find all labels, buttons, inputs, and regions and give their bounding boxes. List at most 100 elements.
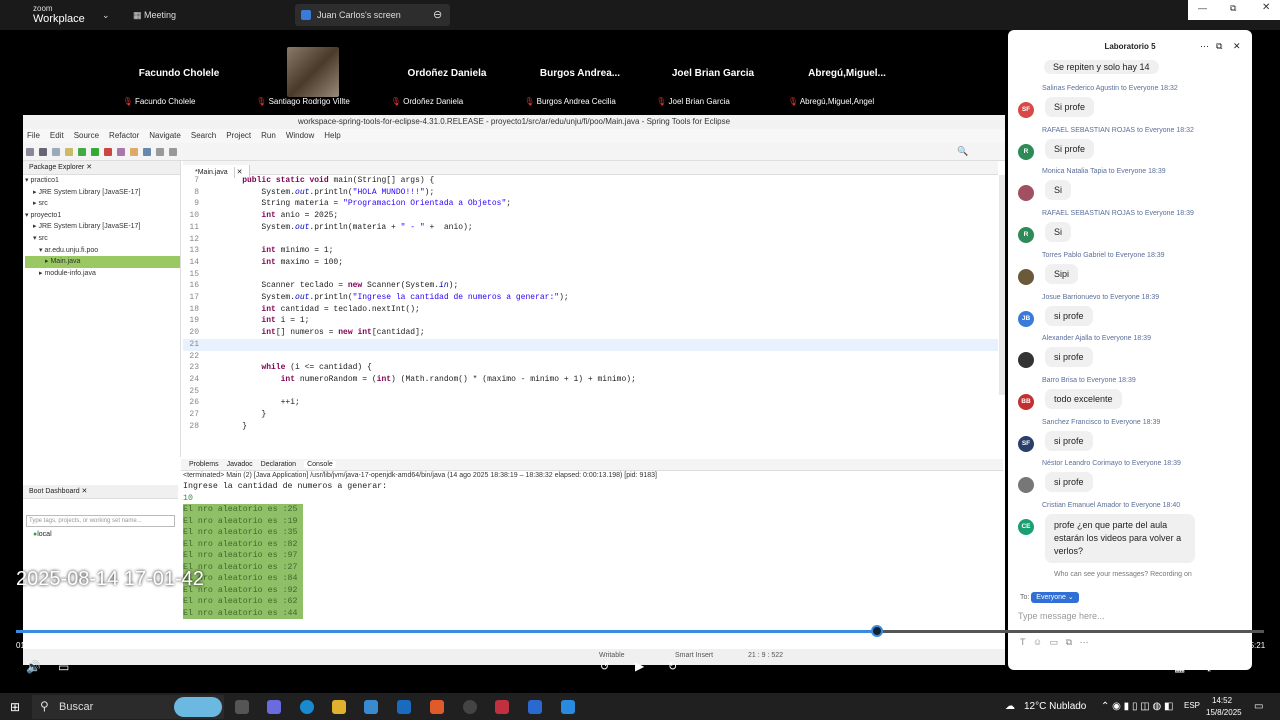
outlook-icon[interactable]	[397, 700, 411, 714]
file-icon[interactable]: ▭	[1050, 637, 1059, 647]
console-output[interactable]: Ingrese la cantidad de numeros a generar…	[181, 481, 1003, 619]
menu-project[interactable]: Project	[226, 131, 251, 140]
print-icon[interactable]	[52, 148, 60, 156]
clock-time[interactable]: 14:52	[1212, 696, 1232, 705]
menu-refactor[interactable]: Refactor	[109, 131, 139, 140]
windows-start-icon[interactable]: ⊞	[10, 700, 20, 714]
tab-declaration[interactable]: Declaration	[261, 461, 296, 468]
avatar[interactable]	[1018, 477, 1034, 494]
file-explorer-icon[interactable]	[332, 700, 346, 714]
task-view-icon[interactable]	[235, 700, 249, 714]
menu-source[interactable]: Source	[74, 131, 99, 140]
avatar[interactable]: R	[1018, 143, 1034, 160]
avatar[interactable]	[1018, 352, 1034, 369]
code-line[interactable]: 15	[183, 269, 998, 281]
weather-text[interactable]: 12°C Nublado	[1024, 701, 1086, 712]
code-editor[interactable]: *Main.java ✕ 7 public static void main(S…	[183, 161, 998, 451]
more-icon[interactable]: ⋯	[1240, 660, 1252, 674]
code-line[interactable]: 18 int cantidad = teclado.nextInt();	[183, 304, 998, 316]
tab-console[interactable]: Console	[304, 461, 336, 468]
menu-help[interactable]: Help	[324, 131, 340, 140]
more-icon[interactable]: ⋯	[1200, 41, 1209, 52]
layout-icon[interactable]: ▦	[1174, 660, 1185, 674]
avatar[interactable]: R	[1018, 227, 1034, 244]
folder-icon[interactable]	[65, 148, 73, 156]
code-line[interactable]: 10 int anio = 2025;	[183, 210, 998, 222]
volume-icon[interactable]: 🔊	[26, 660, 41, 674]
fullscreen-icon[interactable]: ⤢	[1207, 660, 1217, 675]
code-line[interactable]: 22	[183, 351, 998, 363]
app-icon[interactable]	[495, 700, 509, 714]
code-line[interactable]: 27 }	[183, 409, 998, 421]
tree-item[interactable]: ▸ src	[25, 198, 180, 210]
code-line[interactable]: 28 }	[183, 421, 998, 433]
code-line[interactable]: 24 int numeroRandom = (int) (Math.random…	[183, 374, 998, 386]
language-indicator[interactable]: ESP	[1184, 701, 1200, 710]
chat-input[interactable]: Type message here...	[1018, 611, 1252, 621]
tree-item[interactable]: ▸ module-info.java	[25, 268, 180, 280]
tree-item-selected[interactable]: ▸ Main.java	[25, 256, 180, 268]
menu-window[interactable]: Window	[286, 131, 314, 140]
forward-icon[interactable]	[169, 148, 177, 156]
avatar[interactable]	[1018, 185, 1034, 202]
code-line[interactable]: 25	[183, 386, 998, 398]
captions-icon[interactable]: ▭	[58, 660, 69, 674]
menu-run[interactable]: Run	[261, 131, 276, 140]
code-line[interactable]: 14 int maximo = 100;	[183, 257, 998, 269]
tab-javadoc[interactable]: Javadoc	[227, 461, 253, 468]
tab-problems[interactable]: Problems	[189, 461, 219, 468]
popout-icon[interactable]: ⧉	[1216, 41, 1222, 52]
tree-item[interactable]: ▾ ar.edu.unju.fi.poo	[25, 245, 180, 257]
code-line[interactable]: 12	[183, 234, 998, 246]
code-line[interactable]: 7 public static void main(String[] args)…	[183, 175, 998, 187]
menu-file[interactable]: File	[27, 131, 40, 140]
code-line[interactable]: 26 ++i;	[183, 397, 998, 409]
notifications-icon[interactable]: ▭	[1254, 701, 1263, 712]
code-line[interactable]: 8 System.out.println("HOLA MUNDO!!!");	[183, 187, 998, 199]
tray-icons[interactable]: ⌃ ◉ ▮ ▯ ◫ ◍ ◧	[1101, 701, 1173, 712]
debug-icon[interactable]	[78, 148, 86, 156]
close-icon[interactable]: ✕	[1233, 41, 1241, 52]
code-line[interactable]: 17 System.out.println("Ingrese la cantid…	[183, 292, 998, 304]
rewind-10-icon[interactable]: ↺	[600, 660, 609, 673]
recipient-select[interactable]: Everyone ⌄	[1031, 592, 1079, 603]
meeting-tab[interactable]: ▦ Meeting	[133, 10, 176, 21]
editor-scrollbar[interactable]	[999, 175, 1005, 395]
menu-navigate[interactable]: Navigate	[149, 131, 181, 140]
progress-knob[interactable]	[871, 625, 884, 637]
zoom-icon[interactable]	[561, 700, 575, 714]
search-icon[interactable]: 🔍	[957, 146, 968, 157]
taskbar-search[interactable]: ⚲ Buscar	[32, 695, 224, 719]
minimize-icon[interactable]: —	[1198, 3, 1207, 13]
app-icon[interactable]	[528, 700, 542, 714]
code-line[interactable]: 19 int i = 1;	[183, 315, 998, 327]
tree-item[interactable]: ▸ JRE System Library [JavaSE-17]	[25, 221, 180, 233]
external-tools-icon[interactable]	[117, 148, 125, 156]
tree-item[interactable]: ▾ practico1	[25, 175, 180, 187]
restore-icon[interactable]: ⧉	[1230, 3, 1236, 14]
chevron-down-icon[interactable]: ⌄	[102, 10, 110, 21]
code-area[interactable]: 7 public static void main(String[] args)…	[183, 175, 998, 445]
code-line[interactable]: 11 System.out.println(materia + " - " + …	[183, 222, 998, 234]
avatar[interactable]: SF	[1018, 435, 1034, 452]
avatar[interactable]: CE	[1018, 519, 1034, 535]
close-icon[interactable]: ✕	[1262, 2, 1270, 13]
edge-icon[interactable]	[300, 700, 314, 714]
stop-icon[interactable]	[104, 148, 112, 156]
boot-dashboard-tab[interactable]: Boot Dashboard	[29, 488, 80, 495]
play-icon[interactable]: ▶	[635, 659, 644, 673]
tree-item[interactable]: ▸ JRE System Library [JavaSE-17]	[25, 187, 180, 199]
tree-item[interactable]: ▾ proyecto1	[25, 210, 180, 222]
avatar[interactable]	[1018, 268, 1034, 285]
menu-edit[interactable]: Edit	[50, 131, 64, 140]
format-icon[interactable]: T	[1020, 637, 1025, 647]
back-icon[interactable]	[156, 148, 164, 156]
store-icon[interactable]	[364, 700, 378, 714]
code-line[interactable]: 13 int minimo = 1;	[183, 245, 998, 257]
edit-icon[interactable]: ✎	[1140, 660, 1150, 674]
new-icon[interactable]	[26, 148, 34, 156]
code-line[interactable]: 23 while (i <= cantidad) {	[183, 362, 998, 374]
code-line[interactable]: 20 int[] numeros = new int[cantidad];	[183, 327, 998, 339]
menu-search[interactable]: Search	[191, 131, 216, 140]
more-icon[interactable]: ⊖	[433, 8, 442, 21]
